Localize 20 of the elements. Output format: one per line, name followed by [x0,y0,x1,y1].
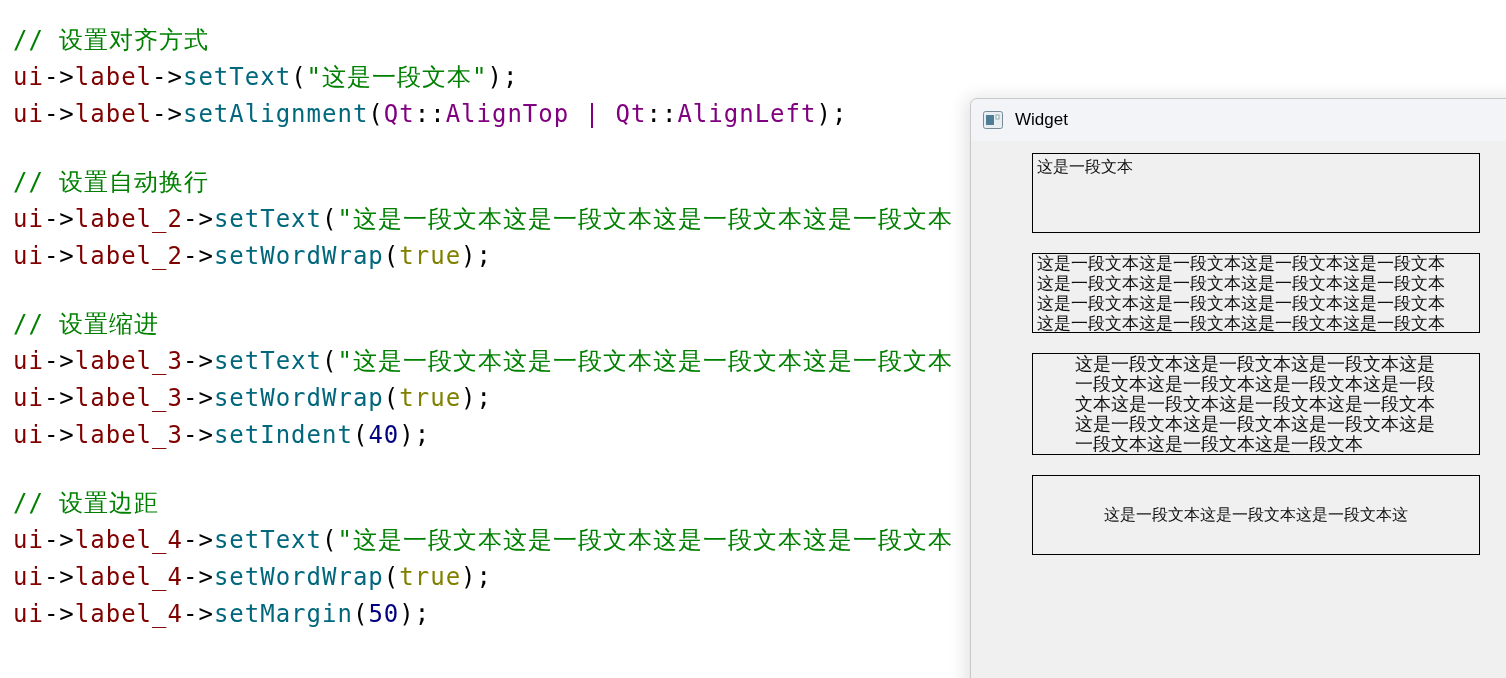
code-line: ui->label_4->setText("这是一段文本这是一段文本这是一段文本这是一段文本 [13,525,953,556]
code-line: ui->label->setAlignment(Qt::AlignTop | Qt::AlignLeft); [13,99,848,130]
label-text: 这是一段文本这是一段文本这是一段文本这 [1104,505,1408,525]
code-line: ui->label_4->setMargin(50); [13,599,431,630]
label-text: 这是一段文本 [1037,157,1134,177]
label-text: 这是一段文本这是一段文本这是一段文本这是一段文本 这是一段文本这是一段文本这是一段文本这是一段文本 这是一段文本这是一段文本这是一段文本这是一段文本 这是一段文本这是一段文本这是一段文本这是一段文本 [1037,254,1446,334]
code-comment: // 设置边距 [13,488,160,519]
code-comment: // 设置缩进 [13,309,160,340]
code-line: ui->label_2->setText("这是一段文本这是一段文本这是一段文本这是一段文本 [13,204,953,235]
code-line: ui->label_4->setWordWrap(true); [13,562,492,593]
code-line: ui->label_3->setIndent(40); [13,420,431,451]
window-title: Widget [1015,110,1068,130]
code-line: ui->label_3->setWordWrap(true); [13,383,492,414]
code-line: ui->label->setText("这是一段文本"); [13,62,519,93]
code-line: ui->label_2->setWordWrap(true); [13,241,492,272]
code-comment: // 设置对齐方式 [13,25,210,56]
code-comment: // 设置自动换行 [13,167,210,198]
code-line: ui->label_3->setText("这是一段文本这是一段文本这是一段文本这是一段文本 [13,346,953,377]
app-window-icon [983,111,1003,129]
label-text: 这是一段文本这是一段文本这是一段文本这是 一段文本这是一段文本这是一段文本这是一段 文本这是一段文本这是一段文本这是一段文本 这是一段文本这是一段文本这是一段文本这是 一段文本这是一段文本这是一段文本 [1075,354,1436,454]
